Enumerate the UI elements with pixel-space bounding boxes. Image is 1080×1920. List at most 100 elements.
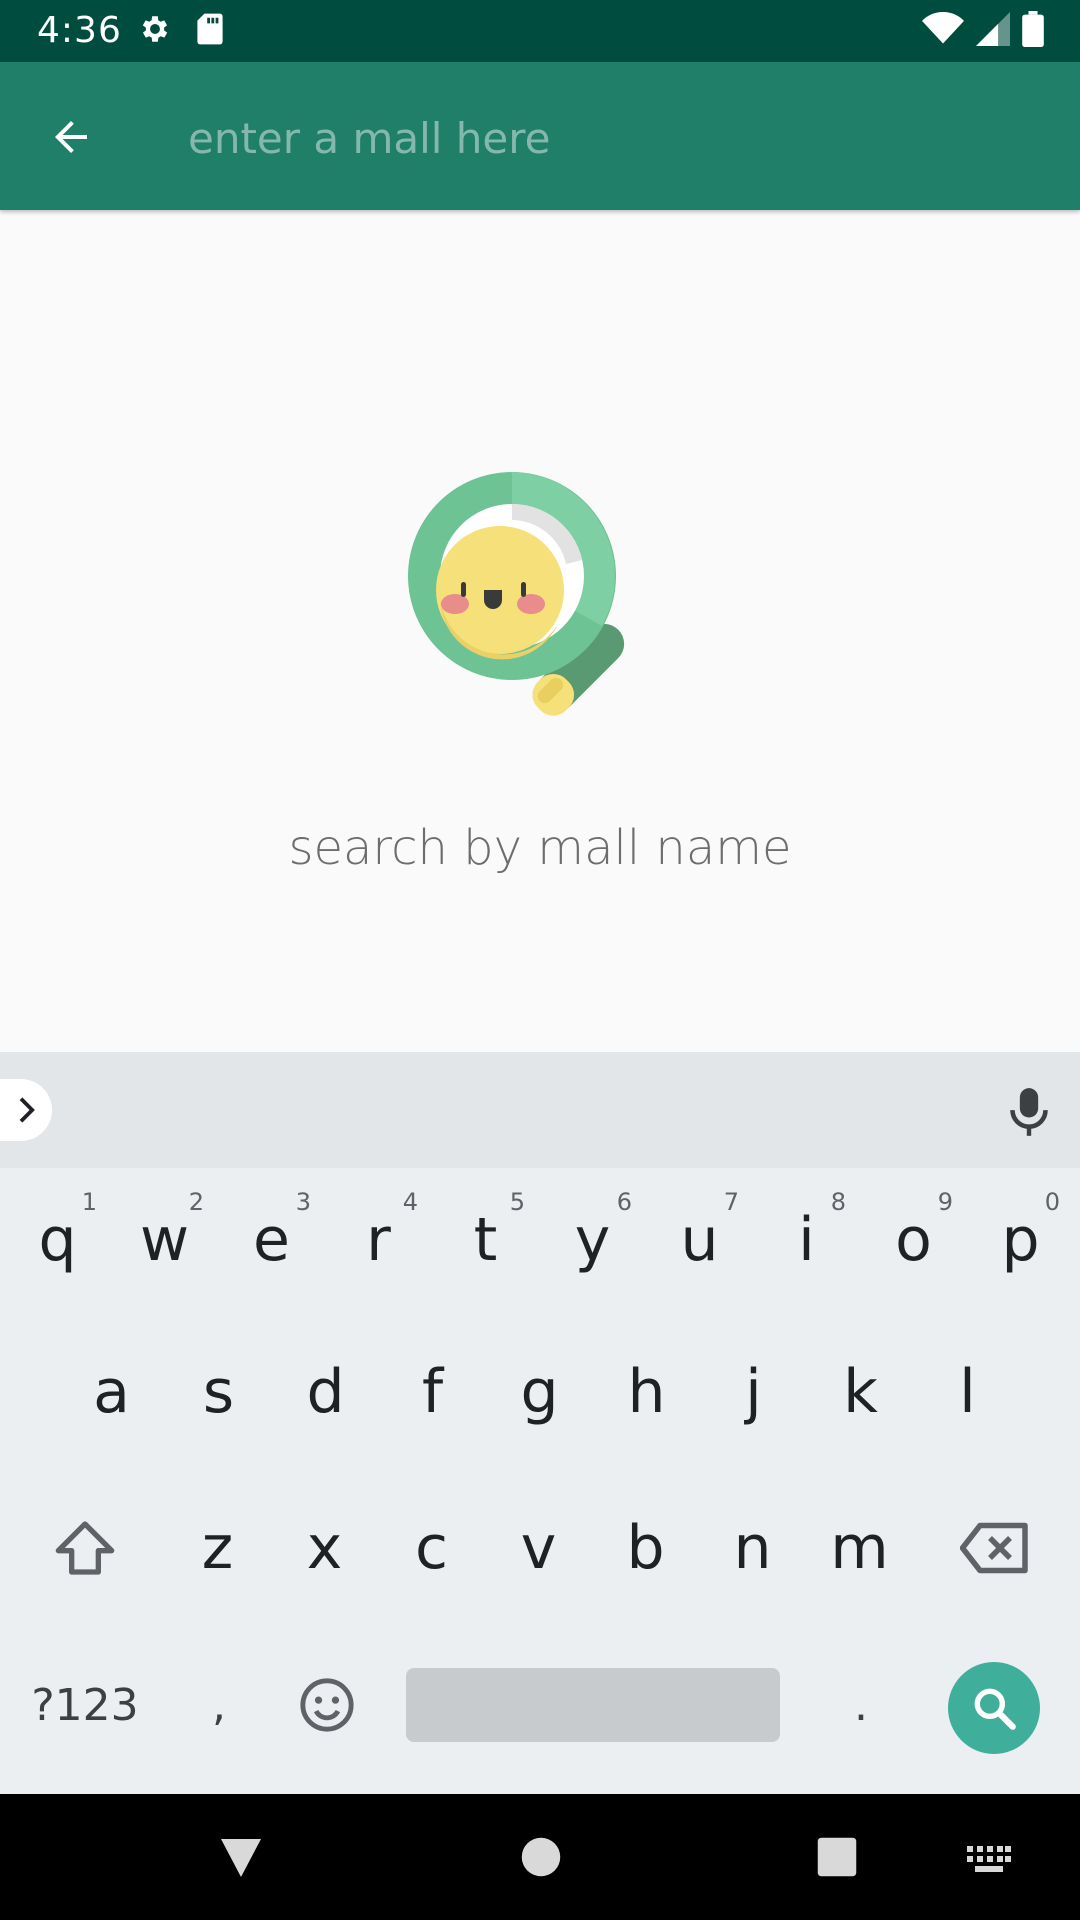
key-label: x [306,1513,343,1583]
key-n[interactable]: n [699,1490,806,1606]
key-a[interactable]: a [58,1334,165,1450]
key-u[interactable]: u7 [646,1182,753,1298]
status-icons-right [922,11,1044,51]
key-k[interactable]: k [807,1334,914,1450]
key-label: v [520,1513,557,1583]
emoji-key[interactable] [272,1648,382,1762]
key-label: c [415,1513,448,1583]
symbols-key[interactable]: ?123 [20,1648,150,1762]
key-hint: 8 [830,1188,846,1216]
key-label: r [366,1205,391,1275]
microphone-icon [1010,1088,1048,1136]
back-button[interactable] [38,104,104,170]
key-v[interactable]: v [485,1490,592,1606]
chevron-right-icon [19,1097,35,1123]
key-label: y [574,1205,611,1275]
key-label: k [843,1357,878,1427]
expand-suggestions-button[interactable] [0,1079,52,1141]
search-action-key[interactable] [948,1662,1040,1754]
key-b[interactable]: b [592,1490,699,1606]
nav-back-button[interactable] [206,1824,276,1890]
key-label: m [830,1513,889,1583]
key-label: w [139,1205,190,1275]
space-key[interactable] [406,1668,780,1742]
nav-recents-button[interactable] [802,1824,872,1890]
emoji-icon [300,1678,354,1732]
key-x[interactable]: x [271,1490,378,1606]
arrow-back-icon [55,121,87,153]
key-hint: 4 [402,1188,418,1216]
status-icons-left [138,12,224,50]
key-label: , [212,1679,226,1731]
key-f[interactable]: f [379,1334,486,1450]
keyboard: q 1 w 2 e 3 r 4 t 5 y 6 u 7 i 8 o 9 p 0 a s d f g h j k l z x c v b n m ?123… [0,1052,1080,1794]
navigation-bar [0,1794,1080,1920]
key-label: i [798,1205,815,1275]
nav-home-button[interactable] [506,1824,576,1890]
key-label: g [520,1357,559,1427]
search-input[interactable] [188,106,1028,170]
key-hint: 3 [295,1188,311,1216]
settings-icon [138,12,172,50]
key-r[interactable]: r4 [325,1182,432,1298]
key-hint: 2 [188,1188,204,1216]
key-label: e [253,1205,290,1275]
key-c[interactable]: c [378,1490,485,1606]
battery-icon [1022,11,1044,51]
key-label: . [854,1679,868,1731]
key-m[interactable]: m [806,1490,913,1606]
status-time: 4:36 [37,10,122,51]
backspace-icon [960,1522,1028,1574]
key-label: h [627,1357,666,1427]
comma-key[interactable]: , [164,1648,274,1762]
key-h[interactable]: h [593,1334,700,1450]
key-i[interactable]: i8 [753,1182,860,1298]
key-label: j [745,1357,762,1427]
key-label: a [93,1357,130,1427]
key-hint: 9 [937,1188,953,1216]
key-hint: 0 [1044,1188,1060,1216]
key-label: d [306,1357,345,1427]
app-bar [0,62,1080,210]
wifi-icon [922,11,964,50]
key-y[interactable]: y6 [539,1182,646,1298]
key-label: t [473,1205,498,1275]
recents-square-icon [817,1837,857,1877]
key-q[interactable]: q1 [4,1182,111,1298]
key-t[interactable]: t5 [432,1182,539,1298]
key-label: q [38,1205,77,1275]
shift-key[interactable] [30,1490,140,1606]
key-j[interactable]: j [700,1334,807,1450]
key-d[interactable]: d [272,1334,379,1450]
key-s[interactable]: s [165,1334,272,1450]
sd-card-icon [196,12,224,50]
backspace-key[interactable] [940,1490,1050,1606]
key-label: z [201,1513,234,1583]
key-label: l [959,1357,976,1427]
key-l[interactable]: l [914,1334,1021,1450]
key-g[interactable]: g [486,1334,593,1450]
voice-input-button[interactable] [1004,1084,1054,1140]
search-icon [974,1688,1016,1730]
nav-keyboard-switch-button[interactable] [954,1834,1024,1884]
key-e[interactable]: e3 [218,1182,325,1298]
key-label: f [421,1357,444,1427]
empty-state-text: search by mall name [288,820,792,876]
key-label: b [626,1513,665,1583]
signal-icon [976,12,1010,50]
key-hint: 5 [509,1188,525,1216]
home-circle-icon [521,1837,561,1877]
key-p[interactable]: p0 [967,1182,1074,1298]
key-o[interactable]: o9 [860,1182,967,1298]
magnifier-with-smiley-icon [408,472,625,716]
key-w[interactable]: w2 [111,1182,218,1298]
key-label: o [895,1205,932,1275]
keyboard-switch-icon [967,1846,1011,1872]
key-hint: 6 [616,1188,632,1216]
status-bar: 4:36 [0,0,1080,62]
key-label: p [1001,1205,1040,1275]
key-z[interactable]: z [164,1490,271,1606]
period-key[interactable]: . [806,1648,916,1762]
key-label: s [202,1357,235,1427]
key-hint: 1 [81,1188,97,1216]
